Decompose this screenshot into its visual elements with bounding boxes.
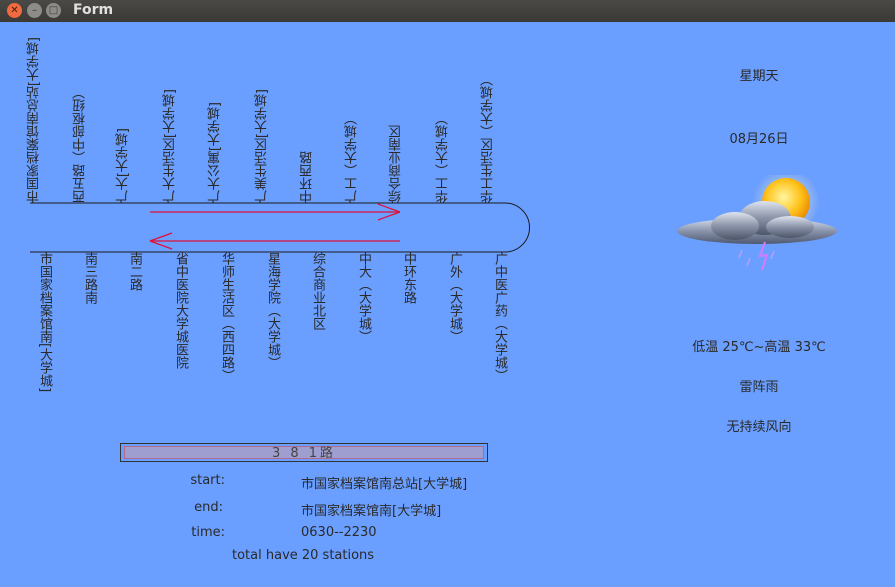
- minimize-icon[interactable]: –: [27, 3, 42, 18]
- end-value: 市国家档案馆南[大学城]: [301, 504, 442, 519]
- weather-condition: 雷阵雨: [739, 380, 779, 395]
- station-bottom[interactable]: 中大（大学城）: [356, 252, 371, 343]
- form-content: 市国家档案馆南总站[大学城] 西五路（中部枢纽） 广大[大学城] 广大生活区[大…: [0, 22, 895, 587]
- station-top[interactable]: 综合商业南区: [389, 125, 404, 203]
- weather-weekday: 星期天: [739, 69, 779, 84]
- time-value: 0630--2230: [301, 525, 377, 540]
- end-label: end:: [194, 500, 223, 515]
- weather-date: 08月26日: [729, 132, 789, 147]
- station-bottom[interactable]: 南二路: [127, 252, 142, 291]
- station-top[interactable]: 广工（大学城）: [345, 112, 360, 203]
- station-top[interactable]: 广大公寓[大学城]: [208, 102, 223, 203]
- station-bottom[interactable]: 南三路南: [82, 252, 97, 304]
- station-top[interactable]: 中环西路: [300, 151, 315, 203]
- forward-arrow-icon: [150, 203, 401, 221]
- weather-wind: 无持续风向: [726, 420, 792, 435]
- station-bottom[interactable]: 华师生活区（西四路）: [219, 252, 234, 382]
- total-stations: total have 20 stations: [232, 548, 375, 563]
- station-bottom[interactable]: 广外（大学城）: [447, 252, 462, 343]
- weather-temperature: 低温 25℃~高温 33℃: [692, 340, 826, 355]
- station-bottom[interactable]: 省中医院大学城医院: [173, 252, 188, 369]
- start-label: start:: [190, 473, 225, 488]
- station-top[interactable]: 广美生活区[大学城]: [255, 89, 270, 203]
- route-name: 3 8 1路: [124, 446, 484, 460]
- station-bottom[interactable]: 市国家档案馆南[大学城]: [37, 252, 52, 392]
- backward-arrow-icon: [149, 232, 400, 250]
- station-top[interactable]: 市国家档案馆南总站[大学城]: [27, 37, 42, 203]
- station-bottom[interactable]: 综合商业北区: [310, 252, 325, 330]
- route-name-box: 3 8 1路: [120, 443, 488, 462]
- close-icon[interactable]: ✕: [7, 3, 22, 18]
- maximize-icon[interactable]: □: [46, 3, 61, 18]
- station-top[interactable]: 广大生活区[大学城]: [163, 89, 178, 203]
- station-bottom[interactable]: 广中医广药（大学城）: [492, 252, 507, 382]
- window-titlebar: ✕ – □ Form: [0, 0, 895, 22]
- station-bottom[interactable]: 中环东路: [401, 252, 416, 304]
- station-bottom[interactable]: 星海学院（大学城）: [265, 252, 280, 369]
- station-top[interactable]: 广大[大学城]: [116, 128, 131, 203]
- thunderstorm-sun-icon: [677, 175, 837, 271]
- station-top[interactable]: 华工（大学城）: [436, 112, 451, 203]
- station-top[interactable]: 华工生活区（大学城）: [481, 73, 496, 203]
- time-label: time:: [191, 525, 225, 540]
- start-value: 市国家档案馆南总站[大学城]: [301, 477, 468, 492]
- station-top[interactable]: 西五路（中部枢纽）: [73, 86, 88, 203]
- window-title: Form: [73, 2, 114, 18]
